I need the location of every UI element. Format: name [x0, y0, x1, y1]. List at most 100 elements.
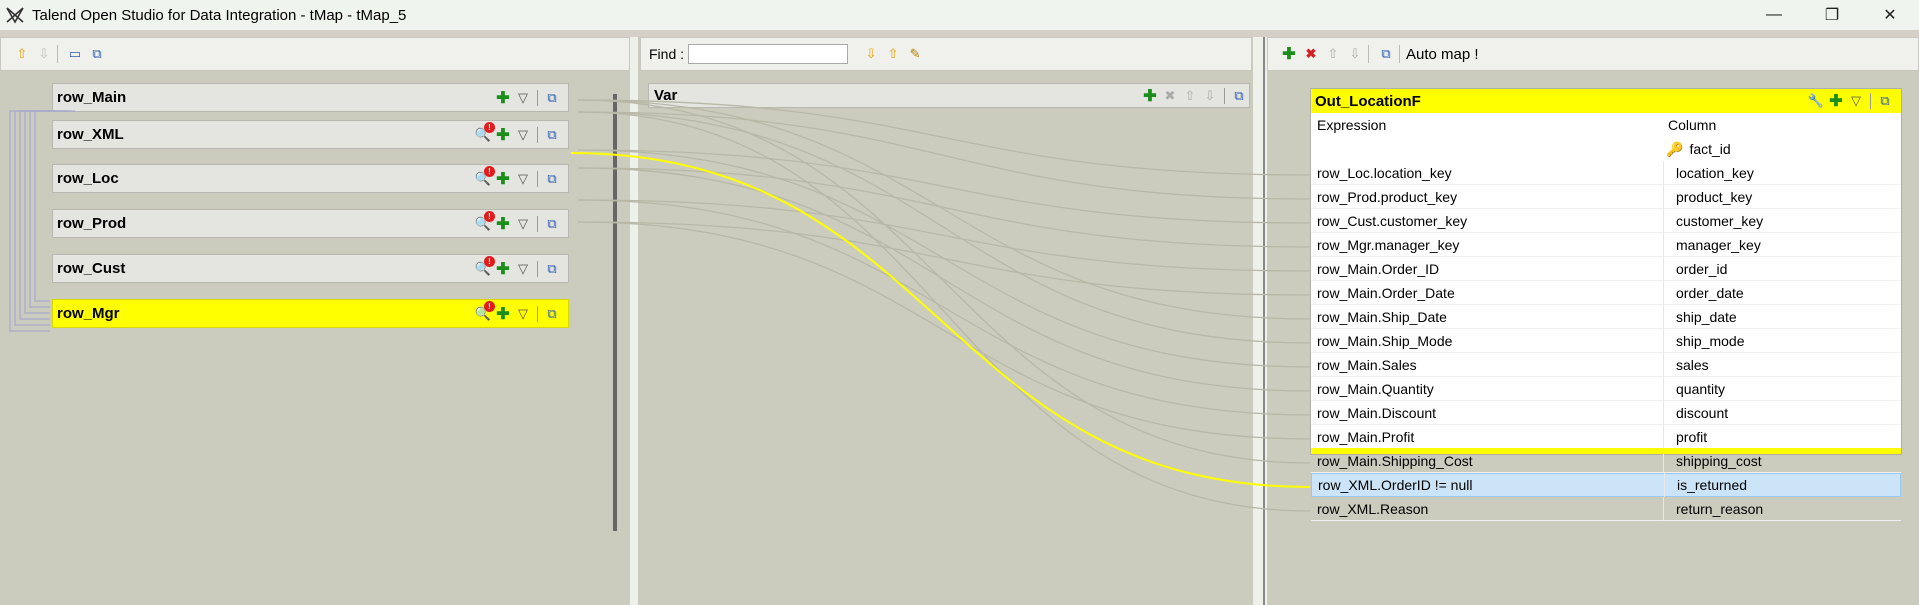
- column-cell[interactable]: manager_key: [1664, 237, 1901, 253]
- panel-splitter-right[interactable]: [1253, 37, 1267, 605]
- lookup-settings-icon[interactable]: 🔍!: [473, 121, 495, 145]
- output-row[interactable]: row_Main.Quantity quantity: [1311, 376, 1901, 401]
- lookup-settings-icon[interactable]: 🔍!: [473, 165, 495, 189]
- var-properties-icon[interactable]: ⧉: [1229, 86, 1249, 106]
- move-up-icon[interactable]: ⇧: [1180, 86, 1200, 106]
- output-row[interactable]: row_Main.Order_Date order_date: [1311, 280, 1901, 305]
- table-properties-icon[interactable]: ⧉: [542, 304, 562, 324]
- column-cell[interactable]: profit: [1664, 429, 1901, 445]
- move-down-icon[interactable]: ⇩: [1346, 45, 1364, 63]
- expression-cell[interactable]: row_Mgr.manager_key: [1311, 232, 1664, 257]
- filter-icon[interactable]: ▽: [513, 125, 533, 145]
- column-cell[interactable]: ship_date: [1664, 309, 1901, 325]
- lookup-settings-icon[interactable]: 🔍!: [473, 300, 495, 324]
- close-button[interactable]: ✕: [1861, 0, 1919, 30]
- column-cell[interactable]: location_key: [1664, 165, 1901, 181]
- output-table[interactable]: Out_LocationF 🔧 ✚ ▽ ⧉ Expression Column …: [1310, 88, 1902, 521]
- input-table-0[interactable]: row_Main ✚ ▽ ⧉: [52, 83, 569, 112]
- column-cell[interactable]: order_id: [1664, 261, 1901, 277]
- expression-cell[interactable]: row_XML.OrderID != null: [1312, 473, 1665, 497]
- column-cell[interactable]: sales: [1664, 357, 1901, 373]
- table-properties-icon[interactable]: ⧉: [542, 125, 562, 145]
- expression-cell[interactable]: row_Main.Quantity: [1311, 376, 1664, 401]
- output-row[interactable]: row_XML.Reason return_reason: [1311, 496, 1901, 521]
- output-row[interactable]: row_Cust.customer_key customer_key: [1311, 208, 1901, 233]
- properties-icon[interactable]: ⧉: [88, 45, 106, 63]
- find-input[interactable]: [688, 44, 849, 64]
- output-row[interactable]: row_Prod.product_key product_key: [1311, 184, 1901, 209]
- table-properties-icon[interactable]: ⧉: [542, 214, 562, 234]
- column-cell[interactable]: discount: [1664, 405, 1901, 421]
- remove-var-icon[interactable]: ✖: [1160, 86, 1180, 106]
- expression-cell[interactable]: row_Main.Ship_Mode: [1311, 328, 1664, 353]
- find-next-icon[interactable]: ⇩: [862, 45, 880, 63]
- move-down-icon[interactable]: ⇩: [35, 45, 53, 63]
- add-output-icon[interactable]: ✚: [1280, 45, 1298, 63]
- filter-icon[interactable]: ▽: [513, 88, 533, 108]
- minimize-button[interactable]: —: [1745, 0, 1803, 30]
- column-cell[interactable]: return_reason: [1664, 501, 1901, 517]
- input-table-1[interactable]: row_XML 🔍! ✚ ▽ ⧉: [52, 120, 569, 149]
- filter-icon[interactable]: ▽: [513, 304, 533, 324]
- add-filter-icon[interactable]: ✚: [493, 169, 513, 189]
- remove-output-icon[interactable]: ✖: [1302, 45, 1320, 63]
- add-filter-icon[interactable]: ✚: [493, 214, 513, 234]
- column-cell[interactable]: quantity: [1664, 381, 1901, 397]
- add-var-icon[interactable]: ✚: [1140, 86, 1160, 106]
- expression-cell[interactable]: row_Main.Sales: [1311, 352, 1664, 377]
- input-table-5[interactable]: row_Mgr 🔍! ✚ ▽ ⧉: [52, 299, 569, 328]
- output-row[interactable]: row_Main.Ship_Date ship_date: [1311, 304, 1901, 329]
- expression-cell[interactable]: row_Main.Profit: [1311, 424, 1664, 449]
- table-properties-icon[interactable]: ⧉: [542, 88, 562, 108]
- find-previous-icon[interactable]: ⇧: [884, 45, 902, 63]
- expression-cell[interactable]: row_Main.Order_Date: [1311, 280, 1664, 305]
- column-cell[interactable]: ship_mode: [1664, 333, 1901, 349]
- key-column-row[interactable]: 🔑 fact_id: [1311, 137, 1901, 161]
- output-row[interactable]: row_Main.Profit profit: [1311, 424, 1901, 449]
- add-filter-icon[interactable]: ✚: [493, 259, 513, 279]
- add-filter-icon[interactable]: ✚: [493, 88, 513, 108]
- lookup-settings-icon[interactable]: 🔍!: [473, 210, 495, 234]
- move-up-icon[interactable]: ⇧: [1324, 45, 1342, 63]
- output-row[interactable]: row_Main.Sales sales: [1311, 352, 1901, 377]
- expression-cell[interactable]: row_Main.Ship_Date: [1311, 304, 1664, 329]
- output-row[interactable]: row_Main.Ship_Mode ship_mode: [1311, 328, 1901, 353]
- input-table-2[interactable]: row_Loc 🔍! ✚ ▽ ⧉: [52, 164, 569, 193]
- column-cell[interactable]: product_key: [1664, 189, 1901, 205]
- expression-cell[interactable]: row_XML.Reason: [1311, 496, 1664, 521]
- move-down-icon[interactable]: ⇩: [1200, 86, 1220, 106]
- add-expression-icon[interactable]: ✚: [1826, 91, 1846, 111]
- table-properties-icon[interactable]: ⧉: [542, 169, 562, 189]
- filter-icon[interactable]: ▽: [513, 214, 533, 234]
- minimize-tables-icon[interactable]: ▭: [66, 45, 84, 63]
- output-row[interactable]: row_Loc.location_key location_key: [1311, 160, 1901, 185]
- output-row[interactable]: row_XML.OrderID != null is_returned: [1311, 473, 1901, 497]
- left-scrollbar[interactable]: [613, 94, 617, 531]
- filter-icon[interactable]: ▽: [513, 259, 533, 279]
- filter-icon[interactable]: ▽: [1846, 91, 1866, 111]
- filter-icon[interactable]: ▽: [513, 169, 533, 189]
- table-properties-icon[interactable]: ⧉: [542, 259, 562, 279]
- move-up-icon[interactable]: ⇧: [13, 45, 31, 63]
- output-row[interactable]: row_Main.Order_ID order_id: [1311, 256, 1901, 281]
- column-cell[interactable]: customer_key: [1664, 213, 1901, 229]
- auto-map-button[interactable]: Auto map !: [1406, 46, 1479, 63]
- column-cell[interactable]: shipping_cost: [1664, 453, 1901, 469]
- output-row[interactable]: row_Mgr.manager_key manager_key: [1311, 232, 1901, 257]
- column-cell[interactable]: order_date: [1664, 285, 1901, 301]
- var-table[interactable]: Var ✚ ✖ ⇧ ⇩ ⧉: [648, 83, 1250, 108]
- add-filter-icon[interactable]: ✚: [493, 125, 513, 145]
- add-filter-icon[interactable]: ✚: [493, 304, 513, 324]
- expression-cell[interactable]: row_Main.Discount: [1311, 400, 1664, 425]
- input-table-4[interactable]: row_Cust 🔍! ✚ ▽ ⧉: [52, 254, 569, 283]
- lookup-settings-icon[interactable]: 🔍!: [473, 255, 495, 279]
- expression-cell[interactable]: row_Prod.product_key: [1311, 184, 1664, 209]
- expression-cell[interactable]: row_Loc.location_key: [1311, 160, 1664, 185]
- output-properties-icon[interactable]: ⧉: [1875, 91, 1895, 111]
- expression-cell[interactable]: row_Cust.customer_key: [1311, 208, 1664, 233]
- filter-links-icon[interactable]: ✎: [906, 45, 924, 63]
- output-row[interactable]: row_Main.Discount discount: [1311, 400, 1901, 425]
- column-cell[interactable]: is_returned: [1665, 477, 1900, 493]
- wrench-icon[interactable]: 🔧: [1806, 91, 1826, 111]
- input-table-3[interactable]: row_Prod 🔍! ✚ ▽ ⧉: [52, 209, 569, 238]
